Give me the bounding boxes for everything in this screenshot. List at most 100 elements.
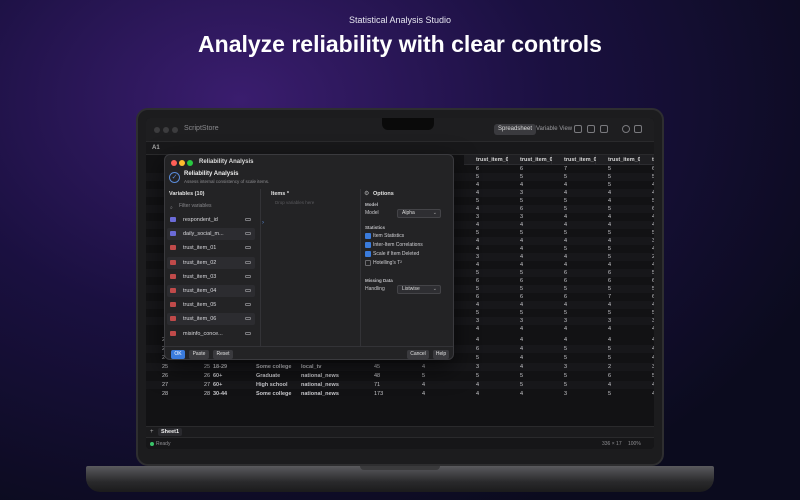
table-cell[interactable]: 173 xyxy=(374,390,383,398)
table-cell[interactable]: 5 xyxy=(476,197,479,205)
table-cell[interactable]: 3 xyxy=(564,363,567,371)
table-cell[interactable]: 5 xyxy=(476,229,479,237)
table-cell[interactable]: 6 xyxy=(520,293,523,301)
table-cell[interactable]: 6 xyxy=(652,205,654,213)
table-cell[interactable]: national_news xyxy=(301,372,339,380)
table-cell[interactable]: 4 xyxy=(608,301,611,309)
table-cell[interactable]: 5 xyxy=(520,173,523,181)
table-cell[interactable]: 3 xyxy=(520,189,523,197)
table-cell[interactable]: 4 xyxy=(520,336,523,344)
table-cell[interactable]: 6 xyxy=(520,205,523,213)
table-cell[interactable]: 4 xyxy=(652,301,654,309)
table-cell[interactable]: 5 xyxy=(608,229,611,237)
row-number[interactable]: 28 xyxy=(162,390,168,398)
table-cell[interactable]: 5 xyxy=(520,309,523,317)
table-cell[interactable]: 4 xyxy=(564,301,567,309)
table-cell[interactable]: 6 xyxy=(476,165,479,173)
move-right-icon[interactable]: › xyxy=(262,220,264,226)
table-cell[interactable]: 4 xyxy=(520,245,523,253)
table-cell[interactable]: 4 xyxy=(422,390,425,398)
table-cell[interactable]: 5 xyxy=(476,309,479,317)
table-cell[interactable]: 3 xyxy=(520,317,523,325)
table-cell[interactable]: 4 xyxy=(520,390,523,398)
table-cell[interactable]: 5 xyxy=(608,345,611,353)
table-cell[interactable]: 5 xyxy=(652,173,654,181)
table-cell[interactable]: 5 xyxy=(652,309,654,317)
table-cell[interactable]: 5 xyxy=(608,173,611,181)
filter-input[interactable]: ⌕ Filter variables xyxy=(169,201,257,211)
column-header[interactable]: trust_item_05 xyxy=(596,155,644,165)
row-number[interactable]: 25 xyxy=(162,363,168,371)
table-cell[interactable]: 4 xyxy=(608,221,611,229)
table-cell[interactable]: 5 xyxy=(564,354,567,362)
column-header[interactable]: trust_item_04 xyxy=(552,155,600,165)
table-cell[interactable]: 5 xyxy=(608,253,611,261)
column-header[interactable]: trust_item_02 xyxy=(464,155,512,165)
table-cell[interactable]: 4 xyxy=(520,301,523,309)
table-cell[interactable]: 4 xyxy=(564,189,567,197)
table-cell[interactable]: Some college xyxy=(256,363,291,371)
handling-select[interactable]: Listwise ⌄ xyxy=(397,285,441,294)
table-cell[interactable]: 5 xyxy=(520,381,523,389)
table-cell[interactable]: 4 xyxy=(476,181,479,189)
table-cell[interactable]: 5 xyxy=(520,285,523,293)
variable-item[interactable]: trust_item_03 xyxy=(167,271,255,283)
table-cell[interactable]: 71 xyxy=(374,381,380,389)
table-cell[interactable]: 4 xyxy=(564,237,567,245)
table-cell[interactable]: 4 xyxy=(422,381,425,389)
variable-item[interactable]: trust_item_05 xyxy=(167,299,255,311)
table-cell[interactable]: 5 xyxy=(564,345,567,353)
table-cell[interactable]: 5 xyxy=(564,372,567,380)
table-cell[interactable]: 3 xyxy=(652,317,654,325)
cell-reference[interactable]: A1 xyxy=(152,145,160,151)
table-cell[interactable]: 48 xyxy=(374,372,380,380)
table-cell[interactable]: 3 xyxy=(476,213,479,221)
table-cell[interactable]: 4 xyxy=(608,197,611,205)
cancel-button[interactable]: Cancel xyxy=(407,350,429,359)
dialog-minimize-button[interactable] xyxy=(179,160,185,166)
table-cell[interactable]: 5 xyxy=(564,229,567,237)
window-zoom-button[interactable] xyxy=(172,127,178,133)
table-cell[interactable]: 4 xyxy=(652,325,654,333)
dialog-close-button[interactable] xyxy=(171,160,177,166)
table-cell[interactable]: 4 xyxy=(476,245,479,253)
table-cell[interactable]: 6 xyxy=(652,277,654,285)
table-cell[interactable]: 6 xyxy=(608,277,611,285)
table-cell[interactable]: 5 xyxy=(520,269,523,277)
table-cell[interactable]: 4 xyxy=(422,363,425,371)
table-cell[interactable]: 6 xyxy=(608,372,611,380)
table-cell[interactable]: 4 xyxy=(652,336,654,344)
table-cell[interactable]: 5 xyxy=(608,165,611,173)
table-cell[interactable]: 4 xyxy=(608,189,611,197)
table-cell[interactable]: 6 xyxy=(564,269,567,277)
table-cell[interactable]: 4 xyxy=(564,181,567,189)
table-cell[interactable]: 4 xyxy=(520,325,523,333)
table-cell[interactable]: national_news xyxy=(301,390,339,398)
table-cell[interactable]: 6 xyxy=(520,277,523,285)
table-cell[interactable]: 4 xyxy=(608,261,611,269)
statistics-checkbox[interactable] xyxy=(365,242,371,248)
table-cell[interactable]: 4 xyxy=(520,253,523,261)
table-cell[interactable]: 5 xyxy=(652,269,654,277)
function-icon[interactable] xyxy=(600,125,608,133)
add-sheet-icon[interactable]: + xyxy=(150,429,154,435)
table-cell[interactable]: 4 xyxy=(652,345,654,353)
table-cell[interactable]: 6 xyxy=(652,165,654,173)
variable-item[interactable]: daily_social_m... xyxy=(167,228,255,241)
table-cell[interactable]: 5 xyxy=(608,354,611,362)
table-cell[interactable]: 3 xyxy=(476,317,479,325)
table-cell[interactable]: 26 xyxy=(204,372,210,380)
table-cell[interactable]: national_news xyxy=(301,381,339,389)
table-cell[interactable]: 4 xyxy=(476,221,479,229)
table-cell[interactable]: 5 xyxy=(476,285,479,293)
table-cell[interactable]: 6 xyxy=(608,269,611,277)
table-cell[interactable]: 4 xyxy=(476,301,479,309)
table-cell[interactable]: 4 xyxy=(652,245,654,253)
table-cell[interactable]: 5 xyxy=(564,309,567,317)
table-cell[interactable]: 5 xyxy=(652,285,654,293)
statistics-checkbox[interactable] xyxy=(365,233,371,239)
table-cell[interactable]: 4 xyxy=(476,325,479,333)
table-cell[interactable]: 27 xyxy=(204,381,210,389)
table-cell[interactable]: 45 xyxy=(374,363,380,371)
ok-button[interactable]: OK xyxy=(171,350,185,359)
